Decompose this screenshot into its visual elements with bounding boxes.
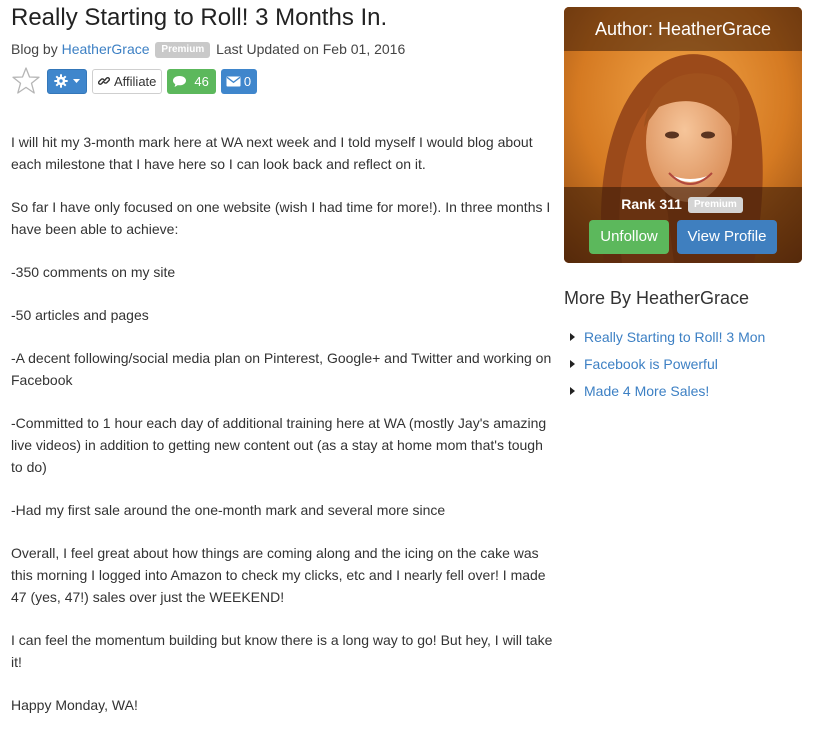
caret-down-icon	[73, 79, 80, 83]
rank-row: Rank 311 Premium	[564, 195, 802, 213]
author-card: Author: HeatherGrace Rank 311 Premium Unf…	[564, 7, 802, 263]
author-card-footer: Rank 311 Premium Unfollow View Profile	[564, 187, 802, 263]
more-by-link[interactable]: Really Starting to Roll! 3 Mon	[584, 329, 765, 345]
post-paragraph: I can feel the momentum building but kno…	[11, 632, 553, 670]
list-item: Facebook is Powerful	[570, 350, 765, 377]
last-updated: Last Updated on Feb 01, 2016	[216, 41, 406, 57]
author-card-header: Author: HeatherGrace	[564, 7, 802, 51]
affiliate-button[interactable]: Affiliate	[92, 68, 163, 94]
author-rank: Rank 311	[621, 196, 682, 212]
view-profile-button[interactable]: View Profile	[677, 220, 777, 254]
bullet-triangle-icon	[570, 386, 575, 395]
more-by-link[interactable]: Facebook is Powerful	[584, 356, 718, 372]
star-outline-icon[interactable]	[11, 66, 41, 96]
post-paragraph: Overall, I feel great about how things a…	[11, 545, 546, 605]
bullet-triangle-icon	[570, 332, 575, 341]
gear-icon	[54, 74, 68, 88]
comments-count: 46	[194, 73, 209, 89]
more-by-link[interactable]: Made 4 More Sales!	[584, 383, 709, 399]
meta-prefix: Blog by	[11, 41, 58, 57]
sidebar: Author: HeatherGrace Rank 311 Premium Unf…	[564, 7, 802, 399]
settings-dropdown-button[interactable]	[47, 68, 87, 94]
post-paragraph: So far I have only focused on one websit…	[11, 199, 551, 237]
unfollow-button[interactable]: Unfollow	[589, 220, 669, 254]
messages-count: 0	[243, 73, 252, 89]
affiliate-label: Affiliate	[114, 73, 157, 89]
post-paragraph: -50 articles and pages	[11, 307, 149, 323]
post-paragraph: -Had my first sale around the one-month …	[11, 502, 446, 518]
post-paragraph: -A decent following/social media plan on…	[11, 350, 552, 388]
premium-badge: Premium	[155, 42, 211, 58]
post-title: Really Starting to Roll! 3 Months In.	[11, 4, 388, 31]
more-by-list: Really Starting to Roll! 3 Mon Facebook …	[570, 323, 765, 404]
envelope-icon	[226, 76, 241, 86]
list-item: Made 4 More Sales!	[570, 377, 765, 404]
messages-button[interactable]: 0	[220, 68, 258, 94]
link-icon	[98, 77, 110, 85]
post-paragraph: I will hit my 3-month mark here at WA ne…	[11, 134, 533, 172]
comment-icon	[173, 75, 187, 87]
premium-badge: Premium	[687, 197, 743, 213]
post-body: I will hit my 3-month mark here at WA ne…	[11, 131, 553, 737]
post-paragraph: -Committed to 1 hour each day of additio…	[11, 415, 547, 475]
more-by-heading: More By HeatherGrace	[564, 288, 750, 308]
author-link[interactable]: HeatherGrace	[62, 41, 150, 57]
post-paragraph: Happy Monday, WA!	[11, 697, 138, 713]
comments-button[interactable]: 46	[167, 68, 216, 94]
list-item: Really Starting to Roll! 3 Mon	[570, 323, 765, 350]
post-toolbar: Affiliate 46 0	[11, 66, 258, 96]
bullet-triangle-icon	[570, 359, 575, 368]
post-paragraph: -350 comments on my site	[11, 264, 176, 280]
post-meta: Blog by HeatherGrace Premium Last Update…	[11, 40, 405, 58]
